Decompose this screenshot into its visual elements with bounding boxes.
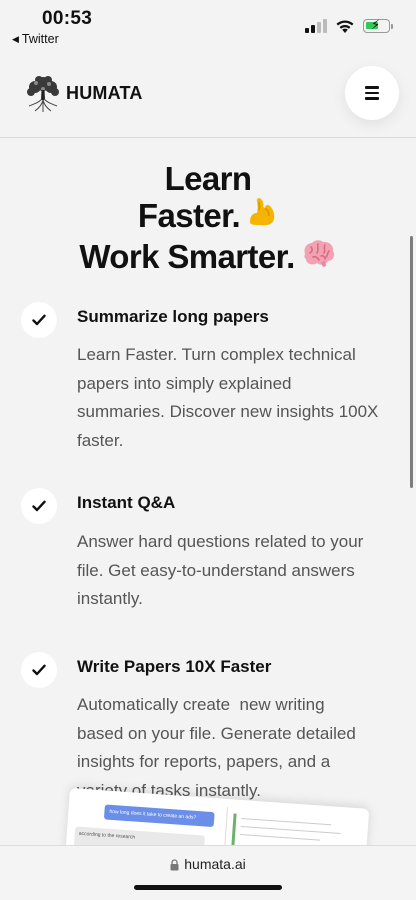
hero-line-2: Faster. bbox=[0, 197, 416, 238]
feature-desc-line: papers into simply explained bbox=[77, 373, 292, 393]
scrollbar[interactable] bbox=[410, 236, 413, 488]
feature-description: Learn Faster. Turn complex technical pap… bbox=[77, 341, 387, 456]
feature-desc-line: faster. bbox=[77, 431, 124, 451]
browser-bottom-bar: humata.ai bbox=[0, 845, 416, 900]
lock-icon bbox=[170, 859, 179, 871]
feature-desc-line: insights for reports, papers, and a bbox=[77, 752, 331, 772]
preview-chat-bubble: how long does it take to create an ads? bbox=[103, 804, 215, 828]
tree-logo-icon bbox=[27, 76, 59, 112]
hero-line-3: Work Smarter. bbox=[0, 238, 416, 278]
check-badge bbox=[21, 302, 57, 338]
hero-line-1: Learn bbox=[164, 160, 252, 197]
feature-description: Automatically create new writing based o… bbox=[77, 691, 387, 806]
hero-line-3-text: Work Smarter. bbox=[79, 237, 295, 275]
feature-desc-line: Automatically create new writing bbox=[77, 695, 325, 714]
hamburger-menu-icon bbox=[365, 86, 379, 89]
cellular-signal-icon bbox=[305, 19, 327, 33]
url-bar[interactable]: humata.ai bbox=[0, 856, 416, 872]
status-icons: ⚡ bbox=[305, 17, 393, 34]
feature-desc-line: instantly. bbox=[77, 589, 143, 609]
status-time: 00:53 bbox=[42, 8, 93, 29]
feature-desc-line: based on your file. Generate detailed bbox=[77, 723, 356, 743]
back-to-app-link[interactable]: ◀ Twitter bbox=[12, 32, 59, 46]
logo-text: HUMATA bbox=[66, 82, 143, 103]
feature-title: Summarize long papers bbox=[77, 307, 269, 326]
check-badge bbox=[21, 652, 57, 688]
feature-desc-line: summaries. Discover new insights 100X bbox=[77, 402, 379, 422]
feature-description: Answer hard questions related to your fi… bbox=[77, 528, 387, 614]
checkmark-icon bbox=[32, 500, 46, 512]
url-text: humata.ai bbox=[184, 856, 246, 872]
brain-icon bbox=[301, 238, 337, 275]
check-badge bbox=[21, 488, 57, 524]
site-header: HUMATA bbox=[0, 50, 416, 138]
home-indicator[interactable] bbox=[134, 885, 282, 890]
feature-desc-line: Learn Faster. Turn complex technical bbox=[77, 345, 356, 364]
wifi-icon bbox=[336, 19, 354, 33]
flexed-biceps-icon bbox=[246, 196, 278, 235]
feature-title: Instant Q&A bbox=[77, 493, 176, 512]
checkmark-icon bbox=[32, 664, 46, 676]
hero-heading: Learn Faster. Work Smarter. bbox=[0, 160, 416, 278]
humata-logo[interactable]: HUMATA bbox=[24, 73, 143, 113]
back-app-label: Twitter bbox=[21, 32, 59, 46]
hero-line-2-text: Faster. bbox=[137, 197, 241, 234]
checkmark-icon bbox=[32, 314, 46, 326]
feature-desc-line: file. Get easy-to-understand answers bbox=[77, 560, 355, 580]
status-bar: 00:53 ◀ Twitter ⚡ bbox=[0, 0, 416, 50]
back-triangle-icon: ◀ bbox=[12, 34, 19, 44]
feature-title: Write Papers 10X Faster bbox=[77, 657, 272, 676]
hamburger-menu-button[interactable] bbox=[345, 66, 399, 120]
battery-charging-icon: ⚡ bbox=[363, 17, 393, 33]
feature-desc-line: Answer hard questions related to your bbox=[77, 532, 364, 551]
